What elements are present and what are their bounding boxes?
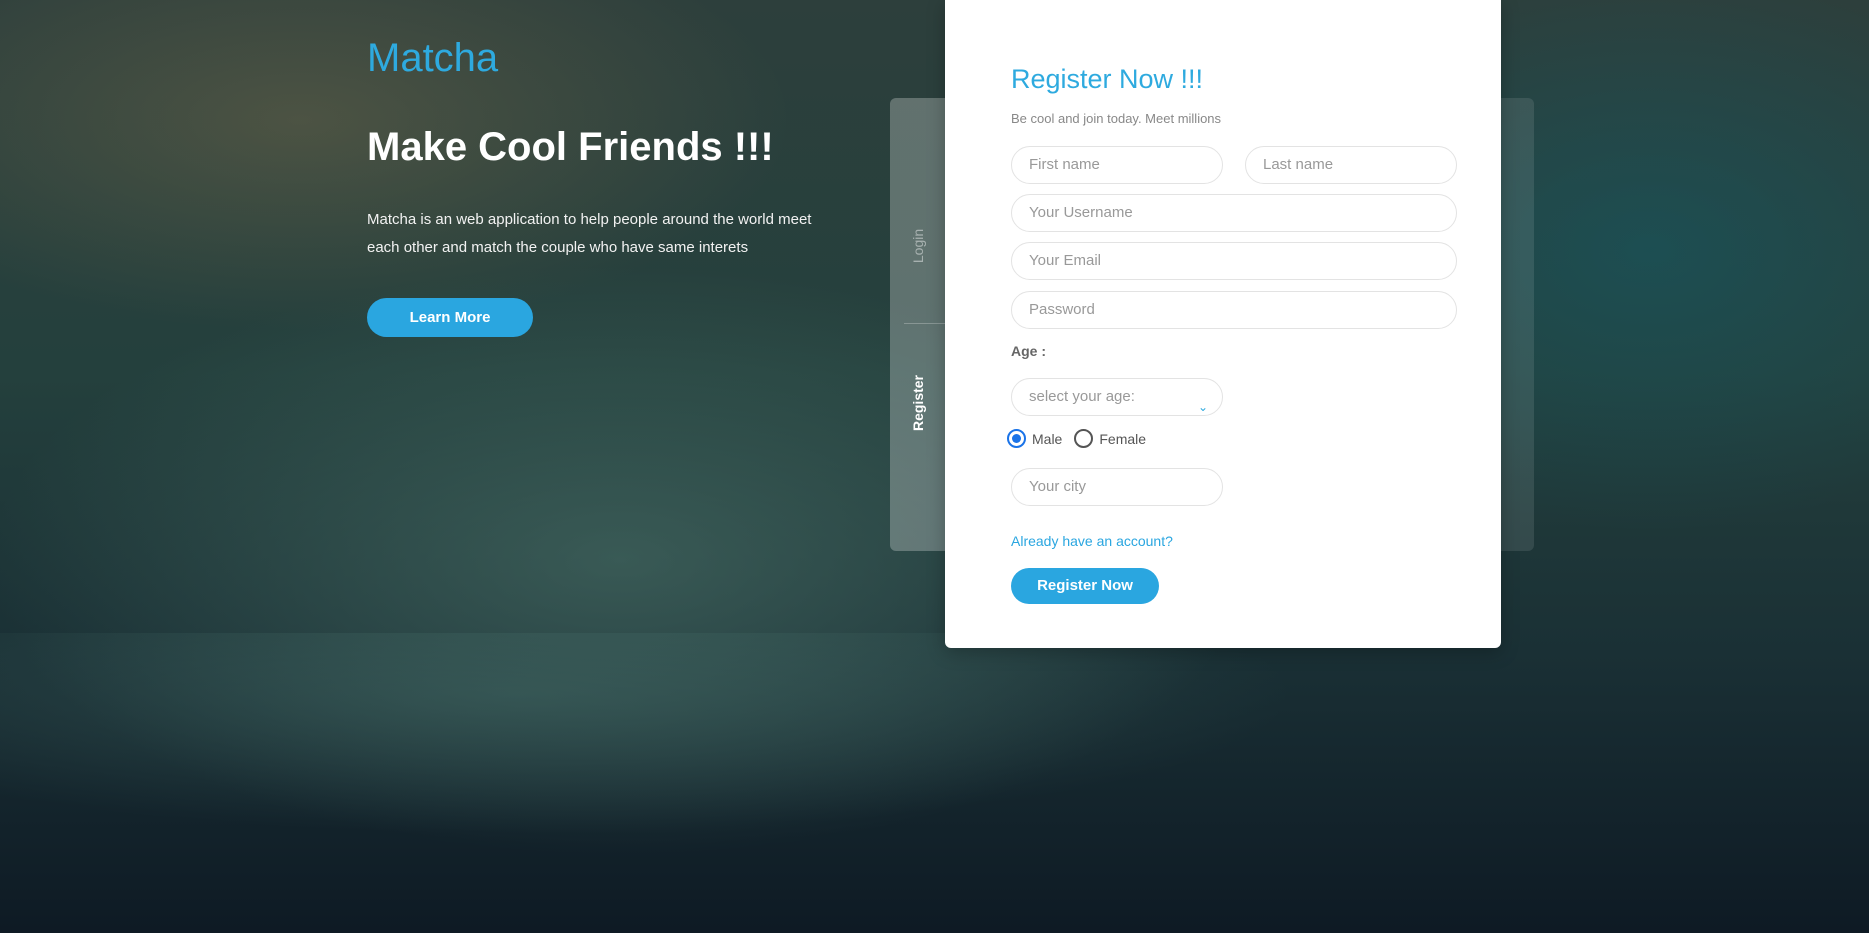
brand-logo[interactable]: Matcha [367,36,827,81]
form-subtitle: Be cool and join today. Meet millions [1011,111,1222,126]
register-button[interactable]: Register Now [1011,568,1159,604]
tab-login[interactable]: Login [910,229,926,263]
female-radio-label[interactable]: Female [1099,431,1146,447]
male-radio[interactable] [1007,429,1026,448]
tab-divider [904,323,946,324]
learn-more-button[interactable]: Learn More [367,298,533,337]
age-label: Age : [1011,343,1046,359]
chevron-down-icon: ⌄ [1197,400,1208,414]
auth-tabs: Login Register [890,98,946,551]
age-select-value: select your age: [1029,388,1135,405]
female-radio[interactable] [1074,429,1094,448]
form-title: Register Now !!! [1011,64,1204,94]
hero-headline: Make Cool Friends !!! [367,125,774,169]
login-link[interactable]: Already have an account? [1011,533,1173,549]
username-field[interactable]: Your Username [1011,194,1457,232]
first-name-field[interactable]: First name [1011,146,1223,184]
age-select[interactable]: select your age: ⌄ [1011,378,1223,416]
gender-radio-group: Male Female [1007,429,1158,448]
last-name-field[interactable]: Last name [1245,146,1457,184]
tab-register[interactable]: Register [910,375,926,431]
hero-description: Matcha is an web application to help peo… [367,211,812,256]
register-card: Register Now !!! Be cool and join today.… [945,0,1501,648]
email-field[interactable]: Your Email [1011,242,1457,280]
password-field[interactable]: Password [1011,291,1457,329]
hero-section: Matcha Make Cool Friends !!! Matcha is a… [367,36,827,337]
male-radio-label[interactable]: Male [1032,431,1062,447]
background-image [0,633,1869,933]
city-field[interactable]: Your city [1011,468,1223,506]
